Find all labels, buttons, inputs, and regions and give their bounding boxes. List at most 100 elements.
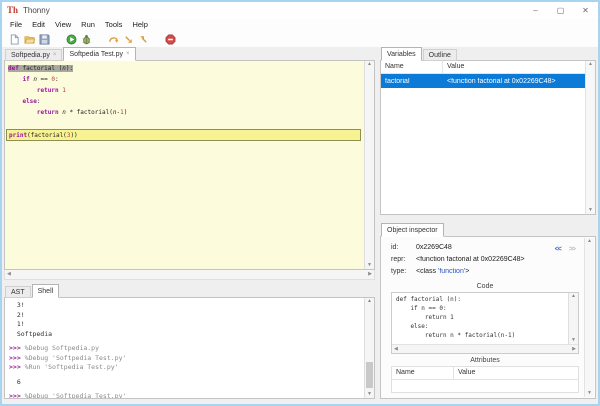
- inspector-field-repr: repr:<function factorial at 0x02269C48>: [391, 256, 579, 263]
- shell-output-line: 3!: [9, 301, 364, 311]
- step-out-button[interactable]: [137, 33, 149, 45]
- scroll-down-icon[interactable]: ▼: [587, 391, 592, 396]
- editor-vertical-scrollbar[interactable]: ▲ ▼: [364, 61, 374, 269]
- variable-row[interactable]: factorial<function factorial at 0x02269C…: [381, 74, 595, 88]
- menu-item-run[interactable]: Run: [76, 20, 100, 29]
- inspector-field-id: id:0x2269C48: [391, 244, 579, 251]
- code-line: [8, 118, 364, 129]
- editor-tab-softpedia-py[interactable]: Softpedia.py×: [5, 49, 62, 61]
- editor-horizontal-scrollbar[interactable]: ◀ ▶: [4, 270, 375, 280]
- back-button[interactable]: <<: [555, 246, 561, 253]
- code-line: else:: [8, 96, 364, 107]
- shell-output-line: 6: [9, 378, 364, 388]
- inspector-scrollbar[interactable]: ▲ ▼: [584, 238, 594, 397]
- scroll-right-icon[interactable]: ▶: [572, 347, 576, 352]
- bottom-strip: [2, 399, 598, 404]
- open-file-icon: [24, 34, 35, 45]
- variables-scrollbar[interactable]: ▲ ▼: [585, 61, 595, 214]
- stop-icon: [165, 34, 176, 45]
- maximize-button[interactable]: ▢: [548, 2, 573, 18]
- save-file-button[interactable]: [38, 33, 50, 45]
- menu-item-tools[interactable]: Tools: [100, 20, 128, 29]
- field-text: 0x2269C48: [416, 244, 452, 251]
- scroll-up-icon[interactable]: ▲: [367, 62, 372, 67]
- menu-item-file[interactable]: File: [5, 20, 27, 29]
- scroll-down-icon[interactable]: ▼: [588, 208, 593, 213]
- inspector-code-vertical-scrollbar[interactable]: ▲ ▼: [568, 293, 578, 344]
- step-over-icon: [108, 34, 119, 45]
- field-label: type:: [391, 268, 416, 275]
- inspector-navigation: << >>: [555, 246, 575, 253]
- inspector-tab-bar: Object inspector: [380, 223, 596, 237]
- stop-button[interactable]: [164, 33, 176, 45]
- tab-variables[interactable]: Variables: [381, 47, 422, 61]
- step-over-button[interactable]: [107, 33, 119, 45]
- code-line: return 1: [8, 85, 364, 96]
- step-into-button[interactable]: [122, 33, 134, 45]
- tab-label: Object inspector: [387, 227, 438, 234]
- close-button[interactable]: ✕: [573, 2, 598, 18]
- shell-vertical-scrollbar[interactable]: ▲ ▼: [364, 298, 374, 398]
- tab-label: Shell: [38, 288, 54, 295]
- menu-item-help[interactable]: Help: [127, 20, 152, 29]
- debug-script-button[interactable]: [80, 33, 92, 45]
- menu-item-view[interactable]: View: [50, 20, 76, 29]
- tab-close-icon[interactable]: ×: [126, 51, 130, 57]
- tab-close-icon[interactable]: ×: [53, 52, 57, 58]
- tab-ast[interactable]: AST: [5, 286, 31, 298]
- run-script-button[interactable]: [65, 33, 77, 45]
- forward-button[interactable]: >>: [569, 246, 575, 253]
- code-editor[interactable]: def factorial (n): if n == 0: return 1 e…: [5, 61, 364, 269]
- type-link[interactable]: 'function': [438, 268, 465, 275]
- scroll-down-icon[interactable]: ▼: [367, 392, 372, 397]
- scroll-left-icon[interactable]: ◀: [394, 347, 398, 352]
- scroll-up-icon[interactable]: ▲: [587, 239, 592, 244]
- run-script-icon: [66, 34, 77, 45]
- tab-shell[interactable]: Shell: [32, 284, 60, 298]
- scroll-down-icon[interactable]: ▼: [367, 263, 372, 268]
- scroll-up-icon[interactable]: ▲: [588, 62, 593, 67]
- column-header-name[interactable]: Name: [381, 61, 443, 73]
- tab-label: Softpedia Test.py: [69, 51, 123, 58]
- inspector-code-horizontal-scrollbar[interactable]: ◀ ▶: [392, 344, 578, 353]
- inspector-field-type: type:<class 'function'>: [391, 268, 579, 275]
- new-file-button[interactable]: [8, 33, 20, 45]
- shell-output[interactable]: 3! 2! 1! Softpedia>>> %Debug Softpedia.p…: [5, 298, 364, 398]
- tab-object-inspector[interactable]: Object inspector: [381, 223, 444, 237]
- minimize-button[interactable]: –: [523, 2, 548, 18]
- thonny-logo-icon: Th: [7, 6, 18, 15]
- title-bar: Th Thonny – ▢ ✕: [2, 2, 598, 18]
- tab-outline[interactable]: Outline: [423, 49, 457, 61]
- attributes-section-label: Attributes: [391, 357, 579, 364]
- scroll-right-icon[interactable]: ▶: [368, 272, 372, 277]
- shell-prompt: >>>: [9, 354, 25, 362]
- menu-item-edit[interactable]: Edit: [27, 20, 50, 29]
- variable-value: <function factorial at 0x02269C48>: [443, 78, 595, 85]
- column-header-value[interactable]: Value: [443, 61, 595, 73]
- scroll-left-icon[interactable]: ◀: [7, 272, 11, 277]
- scroll-up-icon[interactable]: ▲: [571, 294, 576, 299]
- scroll-up-icon[interactable]: ▲: [367, 299, 372, 304]
- editor-area: def factorial (n): if n == 0: return 1 e…: [4, 61, 375, 270]
- code-line: def factorial (n):: [8, 63, 364, 74]
- shell-output-line: Softpedia: [9, 330, 364, 340]
- editor-tab-softpedia-test-py[interactable]: Softpedia Test.py×: [63, 47, 135, 61]
- variable-name: factorial: [381, 78, 443, 85]
- field-value: <function factorial at 0x02269C48>: [416, 256, 525, 263]
- field-value: 0x2269C48: [416, 244, 452, 251]
- column-header-name[interactable]: Name: [392, 367, 454, 379]
- scroll-down-icon[interactable]: ▼: [571, 338, 576, 343]
- shell-area: 3! 2! 1! Softpedia>>> %Debug Softpedia.p…: [4, 298, 375, 399]
- shell-output-line: 2!: [9, 311, 364, 321]
- panel-gap: [380, 215, 596, 223]
- step-into-icon: [123, 34, 134, 45]
- current-statement-line: print(factorial(3)): [6, 129, 361, 141]
- field-label: id:: [391, 244, 416, 251]
- toolbar: [2, 31, 598, 47]
- shell-prompt: >>>: [9, 344, 25, 352]
- debug-script-icon: [81, 34, 92, 45]
- open-file-button[interactable]: [23, 33, 35, 45]
- column-header-value[interactable]: Value: [454, 367, 578, 379]
- variables-panel: Name Value factorial<function factorial …: [380, 61, 596, 215]
- scrollbar-thumb[interactable]: [366, 362, 373, 388]
